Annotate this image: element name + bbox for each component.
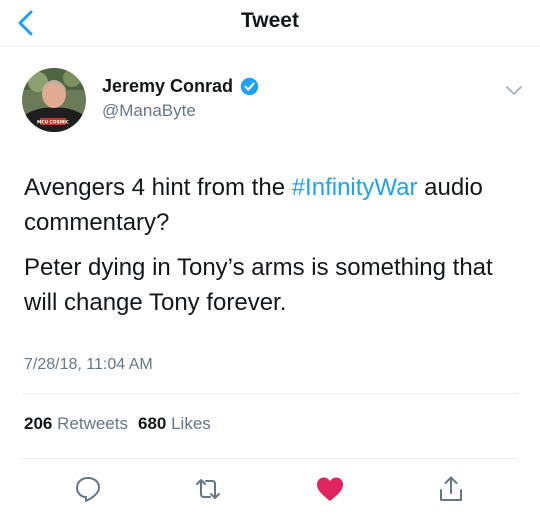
- tweet-timestamp: 7/28/18, 11:04 AM: [24, 356, 153, 373]
- verified-icon: [240, 77, 259, 96]
- avatar-shirt-text: MCU COSMIC: [37, 120, 69, 126]
- divider: [22, 393, 518, 394]
- likes-stat[interactable]: 680 Likes: [138, 414, 211, 434]
- tweet-header: MCU COSMIC Jeremy Conrad @ManaByte: [22, 66, 540, 138]
- heart-icon[interactable]: [315, 474, 345, 504]
- avatar-image: MCU COSMIC: [22, 68, 86, 132]
- tweet-paragraph-1: Avengers 4 hint from the #InfinityWar au…: [24, 170, 524, 240]
- tweet-actions: [0, 470, 540, 510]
- divider: [22, 458, 518, 459]
- tweet-paragraph-2: Peter dying in Tony’s arms is something …: [24, 254, 493, 316]
- top-nav-bar: Tweet: [0, 0, 540, 47]
- tweet-text: Avengers 4 hint from the #InfinityWar au…: [24, 170, 524, 330]
- share-icon[interactable]: [436, 474, 466, 504]
- engagement-stats: 206 Retweets 680 Likes: [24, 414, 211, 434]
- likes-label: Likes: [171, 414, 211, 433]
- retweet-icon[interactable]: [193, 474, 223, 504]
- retweets-label: Retweets: [57, 414, 128, 433]
- tweet-text-before-hashtag: Avengers 4 hint from the: [24, 174, 292, 201]
- hashtag-link[interactable]: #InfinityWar: [292, 174, 418, 201]
- page-title: Tweet: [241, 9, 299, 32]
- author-handle[interactable]: @ManaByte: [102, 101, 196, 121]
- author-name[interactable]: Jeremy Conrad: [102, 76, 233, 97]
- author-name-row: Jeremy Conrad: [102, 76, 259, 97]
- retweets-count: 206: [24, 414, 53, 433]
- avatar[interactable]: MCU COSMIC: [22, 68, 86, 132]
- retweets-stat[interactable]: 206 Retweets: [24, 414, 128, 434]
- chevron-down-icon[interactable]: [502, 78, 526, 102]
- likes-count: 680: [137, 414, 167, 433]
- reply-icon[interactable]: [73, 474, 103, 504]
